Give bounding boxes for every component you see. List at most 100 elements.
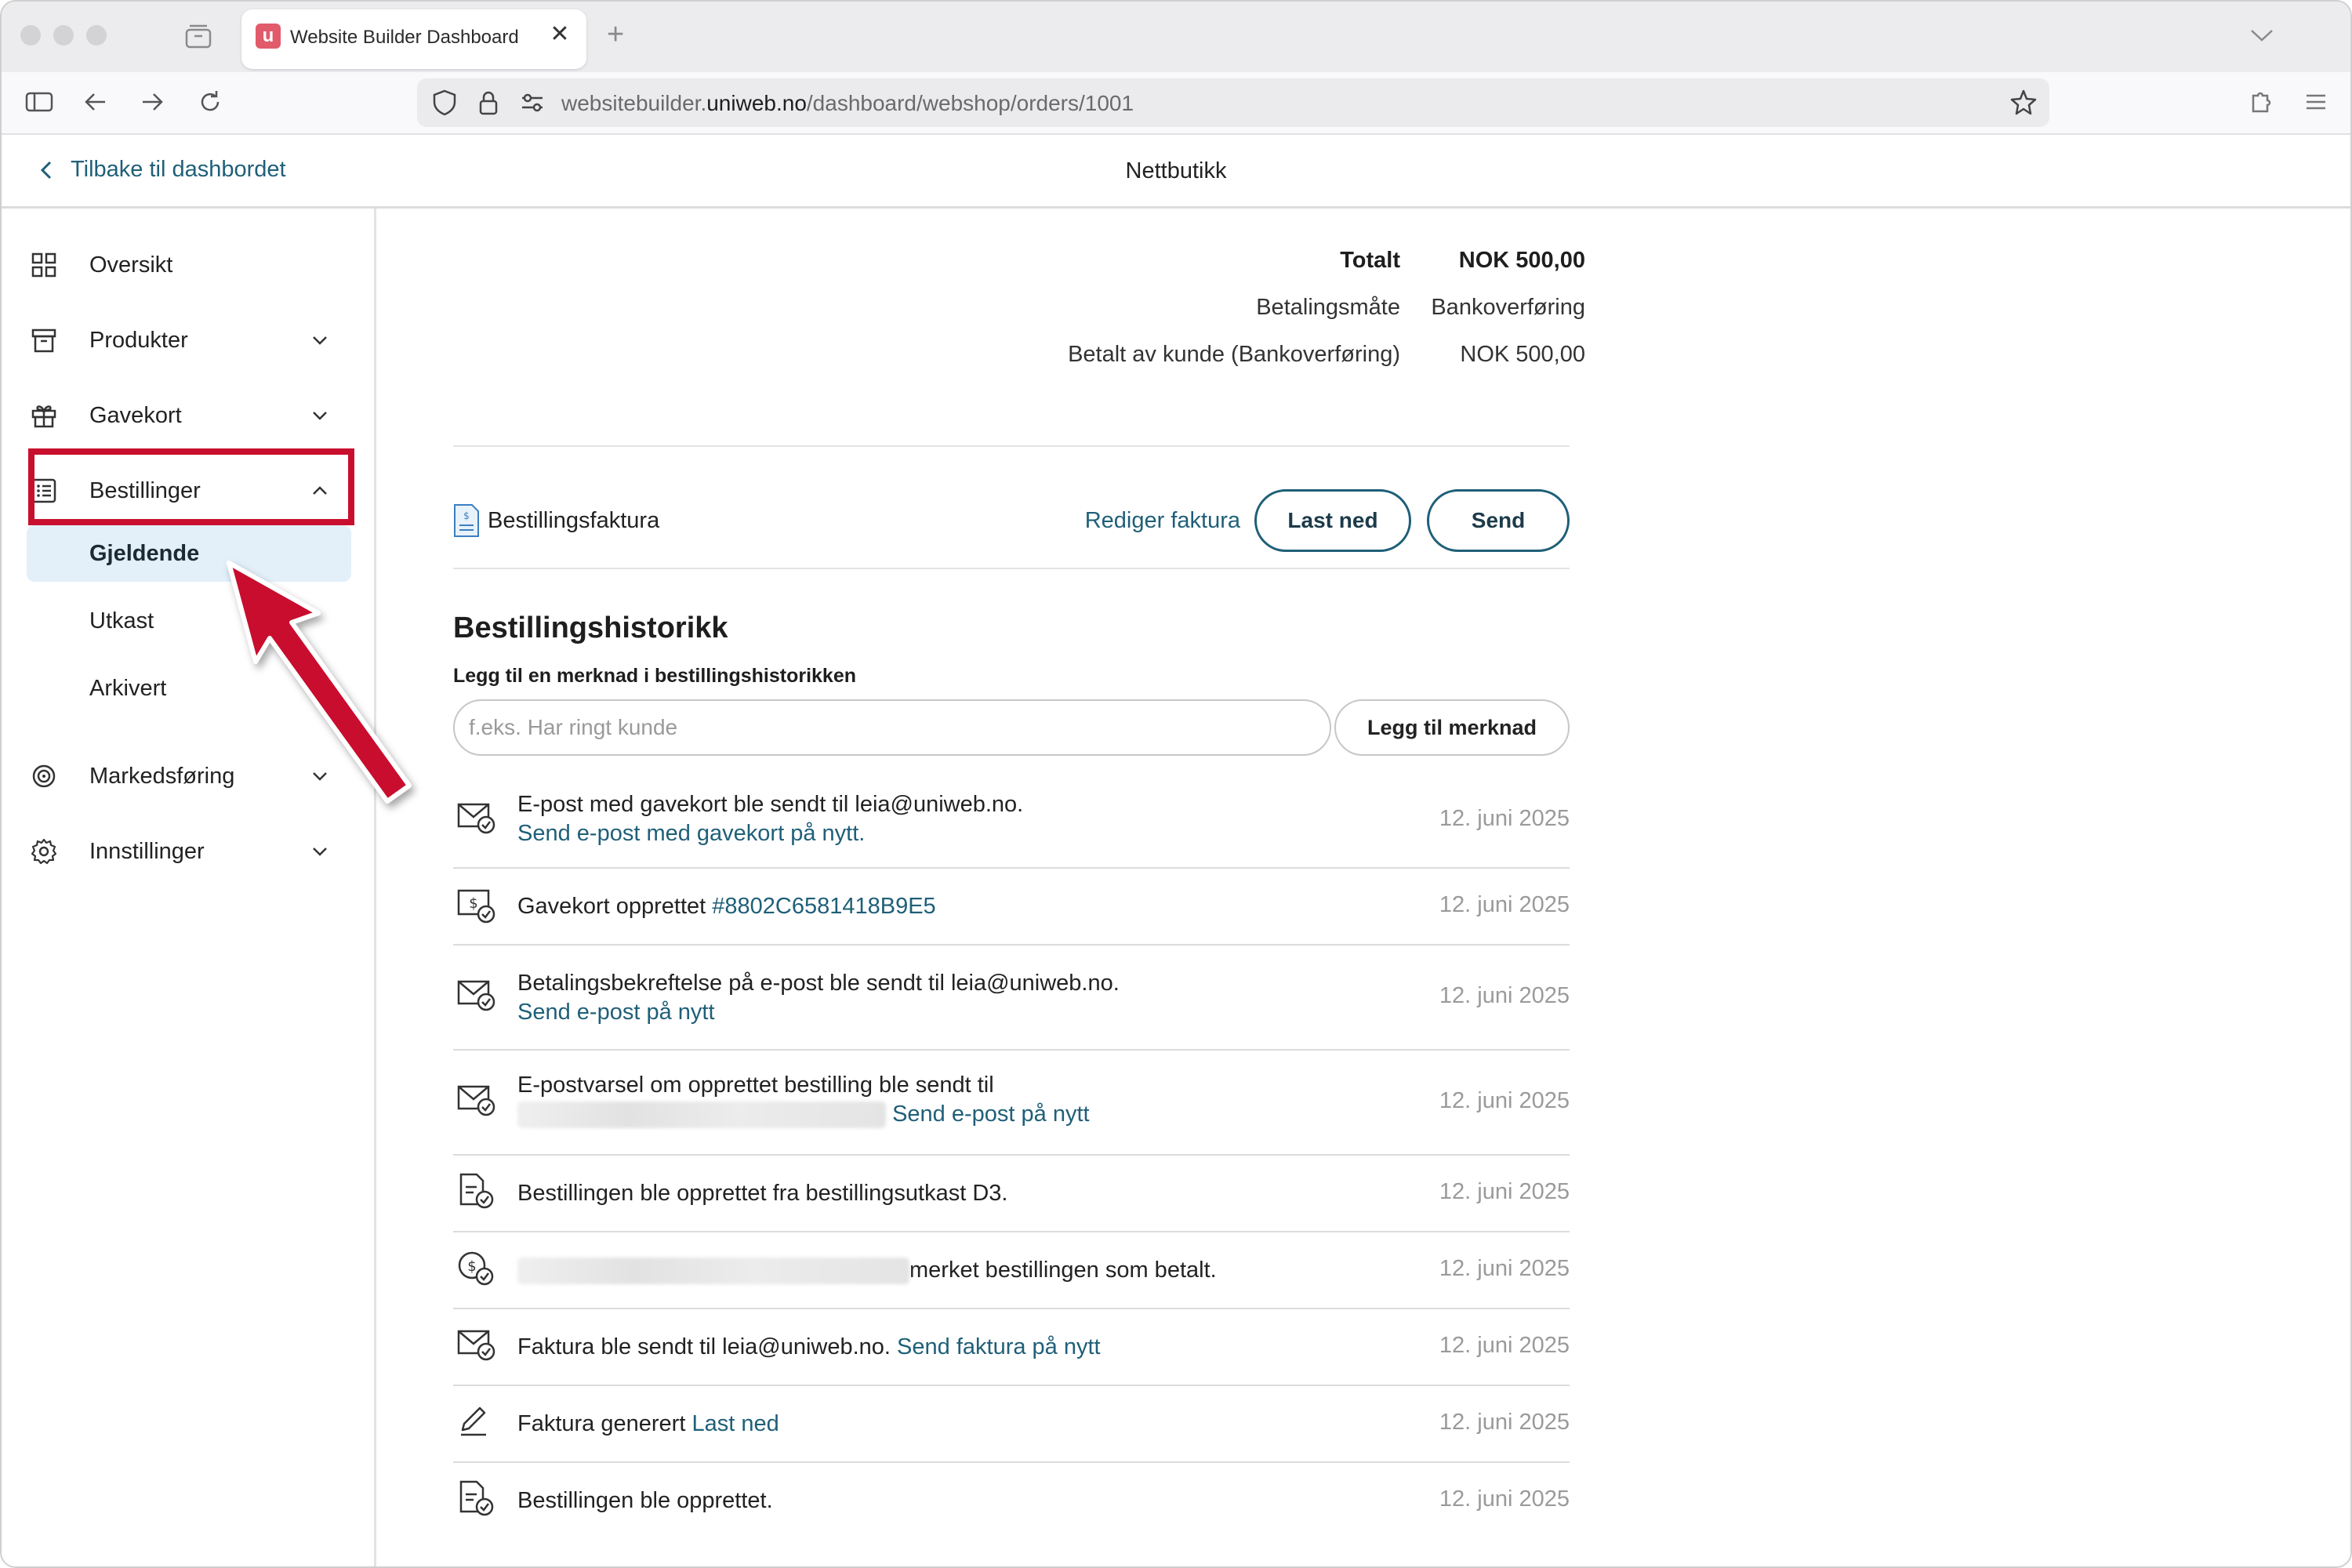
target-icon: [32, 764, 56, 788]
download-invoice-button[interactable]: Last ned: [1254, 489, 1411, 552]
gift-icon: [31, 405, 56, 428]
tab-overview-icon[interactable]: [185, 24, 212, 49]
pencil-icon: [461, 1406, 486, 1436]
close-window-button[interactable]: [20, 25, 41, 45]
chevron-down-icon: [313, 412, 327, 420]
download-invoice-link[interactable]: Last ned: [691, 1411, 779, 1436]
app-header: Tilbake til dashbordet Nettbutikk: [2, 135, 2350, 209]
box-icon: [31, 328, 56, 353]
history-date: 12. juni 2025: [1439, 1333, 1570, 1358]
send-invoice-button[interactable]: Send: [1427, 489, 1570, 552]
note-label: Legg til en merknad i bestillingshistori…: [453, 665, 857, 687]
invoice-document-icon: $: [454, 504, 479, 537]
svg-text:$: $: [469, 895, 477, 912]
sidebar-item-gavekort[interactable]: Gavekort: [30, 387, 343, 444]
gear-icon: [31, 838, 57, 865]
reload-icon[interactable]: [194, 86, 226, 118]
total-label: Totalt: [1340, 248, 1400, 273]
paid-row: Betalt av kunde (Bankoverføring) NOK 500…: [1068, 342, 1585, 368]
mail-check-icon: [457, 803, 495, 834]
sidebar-item-label: Produkter: [89, 327, 188, 353]
chevron-down-icon[interactable]: [2249, 25, 2275, 45]
history-text: Faktura ble sendt til leia@uniweb.no.: [517, 1334, 898, 1359]
tab-website-builder[interactable]: u Website Builder Dashboard ✕: [241, 9, 586, 69]
history-date: 12. juni 2025: [1439, 1410, 1570, 1435]
history-item: $ Gavekort opprettet #8802C6581418B9E5 1…: [453, 869, 1570, 946]
coin-check-icon: $: [458, 1251, 494, 1286]
history-text: Bestillingen ble opprettet fra bestillin…: [517, 1181, 1008, 1206]
mail-check-icon: [457, 1085, 495, 1116]
lock-icon[interactable]: [474, 88, 503, 118]
history-text: E-post med gavekort ble sendt til leia@u…: [517, 792, 1024, 817]
document-check-icon: [459, 1480, 494, 1516]
sidebar: Oversikt Produkter Gavekort Bestillinger…: [2, 209, 376, 1566]
edit-invoice-link[interactable]: Rediger faktura: [1085, 508, 1240, 534]
giftcard-code-link[interactable]: #8802C6581418B9E5: [712, 894, 935, 919]
address-bar[interactable]: websitebuilder.uniweb.no/dashboard/websh…: [417, 78, 2049, 127]
history-item: E-post med gavekort ble sendt til leia@u…: [453, 773, 1570, 869]
history-item: E-postvarsel om opprettet bestilling ble…: [453, 1051, 1570, 1156]
menu-icon[interactable]: [2300, 86, 2332, 118]
svg-text:$: $: [467, 1258, 476, 1275]
history-date: 12. juni 2025: [1439, 1486, 1570, 1512]
history-date: 12. juni 2025: [1439, 806, 1570, 831]
history-text: Betalingsbekreftelse på e-post ble sendt…: [517, 971, 1120, 996]
bookmark-star-icon[interactable]: [2009, 88, 2038, 118]
sidebar-item-produkter[interactable]: Produkter: [30, 312, 343, 368]
uniweb-favicon-icon: u: [256, 24, 281, 49]
sidebar-toggle-icon[interactable]: [24, 86, 55, 118]
history-text: Faktura generert: [517, 1411, 692, 1436]
resend-email-link[interactable]: Send e-post på nytt: [517, 1000, 715, 1025]
resend-giftcard-email-link[interactable]: Send e-post med gavekort på nytt.: [517, 821, 865, 846]
sidebar-item-innstillinger[interactable]: Innstillinger: [30, 823, 343, 880]
extensions-icon[interactable]: [2245, 86, 2277, 118]
history-text: merket bestillingen som betalt.: [909, 1258, 1217, 1283]
history-item: Bestillingen ble opprettet. 12. juni 202…: [453, 1463, 1570, 1541]
forward-arrow-icon[interactable]: [136, 86, 168, 118]
history-date: 12. juni 2025: [1439, 983, 1570, 1008]
payment-method-row: Betalingsmåte Bankoverføring: [1256, 295, 1585, 321]
total-value: NOK 500,00: [1458, 248, 1585, 273]
chevron-down-icon: [313, 848, 327, 856]
history-item: Betalingsbekreftelse på e-post ble sendt…: [453, 946, 1570, 1051]
url-text[interactable]: websitebuilder.uniweb.no/dashboard/websh…: [561, 91, 1134, 116]
payment-method-value: Bankoverføring: [1431, 295, 1585, 320]
sidebar-item-oversikt[interactable]: Oversikt: [30, 237, 343, 293]
minimize-window-button[interactable]: [53, 25, 74, 45]
order-main-content: Totalt NOK 500,00 Betalingsmåte Bankover…: [376, 209, 2350, 1566]
history-item: Faktura ble sendt til leia@uniweb.no. Se…: [453, 1309, 1570, 1386]
shield-icon[interactable]: [430, 88, 459, 118]
note-input[interactable]: [453, 699, 1331, 756]
new-tab-button[interactable]: +: [607, 19, 624, 50]
site-settings-icon[interactable]: [517, 88, 547, 118]
tab-close-icon[interactable]: ✕: [546, 20, 574, 49]
mail-check-icon: [457, 980, 495, 1011]
total-row: Totalt NOK 500,00: [1340, 248, 1585, 274]
chevron-down-icon: [313, 336, 327, 345]
history-text: E-postvarsel om opprettet bestilling ble…: [517, 1073, 994, 1098]
paid-value: NOK 500,00: [1460, 342, 1585, 367]
page-title: Nettbutikk: [1125, 158, 1227, 183]
history-date: 12. juni 2025: [1439, 1088, 1570, 1113]
invoice-row: $ Bestillingsfaktura Rediger faktura Las…: [453, 486, 1570, 557]
sidebar-item-label: Gavekort: [89, 402, 182, 428]
back-arrow-icon[interactable]: [80, 86, 111, 118]
history-title: Bestillingshistorikk: [453, 612, 728, 644]
document-check-icon: [459, 1173, 494, 1209]
history-date: 12. juni 2025: [1439, 1179, 1570, 1204]
redacted-email: [517, 1102, 886, 1129]
resend-invoice-link[interactable]: Send faktura på nytt: [897, 1334, 1101, 1359]
divider: [453, 445, 1570, 447]
tab-title: Website Builder Dashboard: [290, 27, 519, 48]
history-text: Gavekort opprettet: [517, 894, 713, 919]
history-text: Bestillingen ble opprettet.: [517, 1488, 773, 1513]
giftcard-check-icon: $: [457, 889, 495, 924]
resend-email-link[interactable]: Send e-post på nytt: [892, 1102, 1090, 1127]
add-note-button[interactable]: Legg til merknad: [1334, 699, 1570, 756]
browser-window: u Website Builder Dashboard ✕ + websiteb…: [0, 0, 2352, 1568]
maximize-window-button[interactable]: [86, 25, 107, 45]
history-item: Bestillingen ble opprettet fra bestillin…: [453, 1156, 1570, 1232]
browser-toolbar: websitebuilder.uniweb.no/dashboard/websh…: [2, 72, 2350, 135]
history-date: 12. juni 2025: [1439, 892, 1570, 917]
svg-text:$: $: [463, 510, 470, 521]
